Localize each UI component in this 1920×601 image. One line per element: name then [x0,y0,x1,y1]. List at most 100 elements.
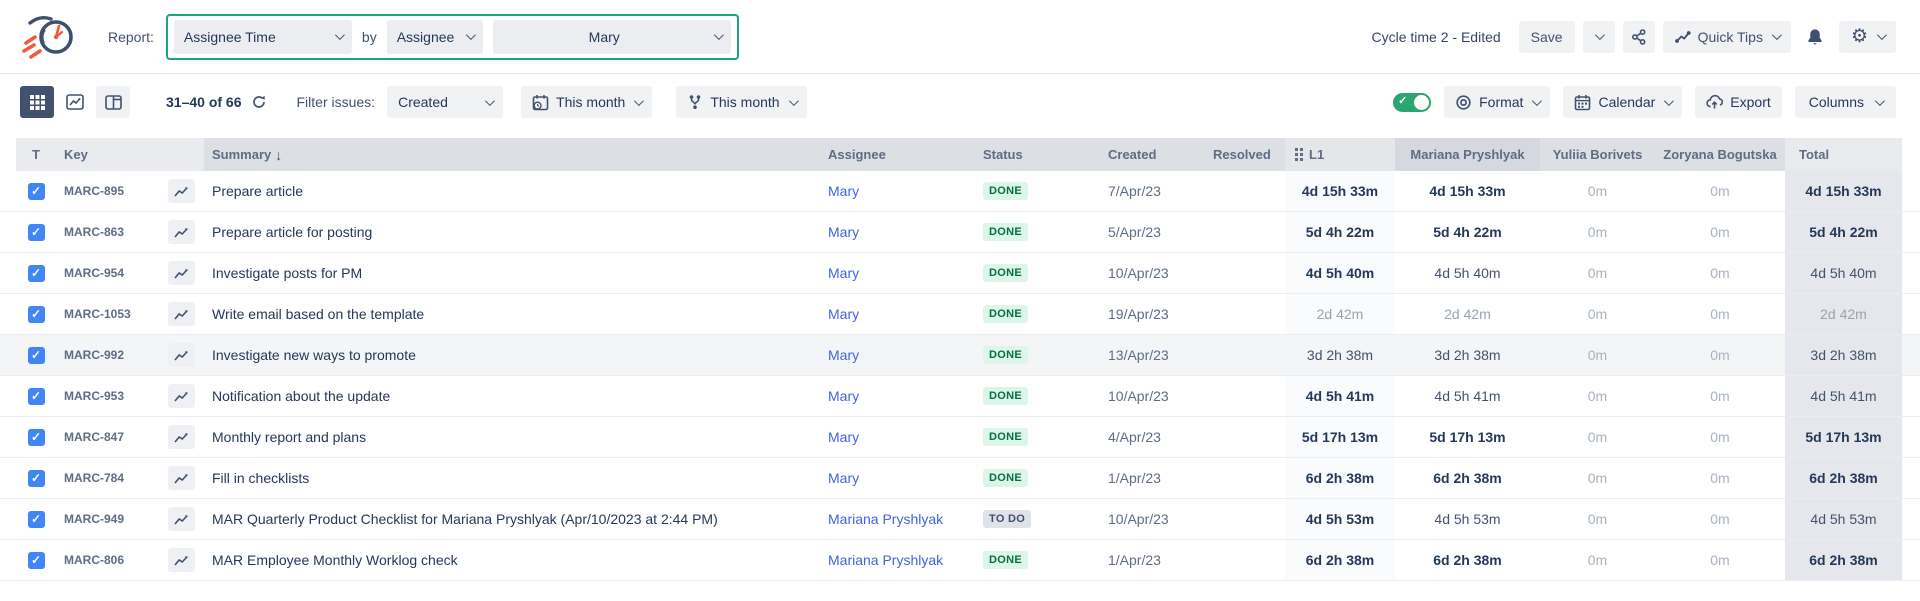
time-value: 0m [1540,376,1655,416]
columns-button[interactable]: Columns [1795,86,1896,118]
time-value: 0m [1655,171,1785,211]
column-header-type[interactable]: T [16,138,56,171]
table-row: ✓MARC-784Fill in checklistsMaryDONE1/Apr… [0,458,1920,499]
quick-tips-button[interactable]: Quick Tips [1663,21,1791,53]
report-label: Report: [108,29,154,45]
report-name: Cycle time 2 - Edited [1372,29,1501,45]
time-value: 0m [1540,499,1655,539]
issue-chart-button[interactable] [168,261,195,285]
table-row: ✓MARC-863Prepare article for postingMary… [0,212,1920,253]
issue-chart-button[interactable] [168,384,195,408]
board-view-button[interactable] [96,86,130,118]
time-value: 4d 5h 40m [1395,253,1540,293]
save-button[interactable]: Save [1519,21,1575,53]
row-checkbox[interactable]: ✓ [28,511,45,528]
filter-issues-label: Filter issues: [297,94,376,110]
time-value: 0m [1655,294,1785,334]
created-date: 1/Apr/23 [1100,540,1205,580]
assignee-link[interactable]: Mariana Pryshlyak [828,552,943,568]
table-header: T Key Summary ↓ Assignee Status Created … [0,138,1920,171]
table-body: ✓MARC-895Prepare articleMaryDONE7/Apr/23… [0,171,1920,581]
column-header-assignee[interactable]: Assignee [820,138,975,171]
column-header-yuliia[interactable]: Yuliia Borivets [1540,138,1655,171]
row-checkbox[interactable]: ✓ [28,429,45,446]
row-checkbox[interactable]: ✓ [28,306,45,323]
app-window: Report: Assignee Time by Assignee Mary C… [0,0,1920,601]
issue-chart-button[interactable] [168,548,195,572]
worklog-range-select[interactable]: This month [676,86,806,118]
column-header-status[interactable]: Status [975,138,1100,171]
row-checkbox[interactable]: ✓ [28,470,45,487]
assignee-link[interactable]: Mary [828,183,859,199]
row-checkbox[interactable]: ✓ [28,552,45,569]
assignee-link[interactable]: Mary [828,224,859,240]
issue-summary: Investigate new ways to promote [204,335,820,375]
issue-chart-icon [174,554,190,567]
row-checkbox[interactable]: ✓ [28,183,45,200]
row-checkbox[interactable]: ✓ [28,388,45,405]
share-button[interactable] [1623,21,1655,53]
created-range-select[interactable]: This month [521,86,652,118]
assignee-link[interactable]: Mariana Pryshlyak [828,511,943,527]
issue-key: MARC-1053 [56,294,160,334]
column-header-l1[interactable]: L1 [1285,138,1395,171]
issue-chart-button[interactable] [168,179,195,203]
issue-key: MARC-847 [56,417,160,457]
time-value: 5d 17h 13m [1785,417,1902,457]
assignee-link[interactable]: Mary [828,429,859,445]
issue-summary: Monthly report and plans [204,417,820,457]
row-checkbox[interactable]: ✓ [28,265,45,282]
issue-chart-icon [174,349,190,362]
table-row: ✓MARC-949MAR Quarterly Product Checklist… [0,499,1920,540]
target-ring-icon [1455,94,1472,111]
time-value: 4d 5h 53m [1785,499,1902,539]
gear-icon: ⚙ [1851,27,1868,46]
column-header-resolved[interactable]: Resolved [1205,138,1285,171]
assignee-filter-select[interactable]: Mary [493,20,731,54]
assignee-link[interactable]: Mary [828,265,859,281]
issue-chart-button[interactable] [168,302,195,326]
column-header-mariana[interactable]: Mariana Pryshlyak [1395,138,1540,171]
grid-view-button[interactable] [20,86,54,118]
issue-chart-button[interactable] [168,466,195,490]
time-value: 4d 15h 33m [1785,171,1902,211]
issue-chart-button[interactable] [168,425,195,449]
pagination-text: 31–40 of 66 [166,94,242,110]
row-checkbox[interactable]: ✓ [28,224,45,241]
column-header-created[interactable]: Created [1100,138,1205,171]
time-value: 3d 2h 38m [1285,335,1395,375]
column-header-key[interactable]: Key [56,138,204,171]
issues-filter-select[interactable]: Created [387,86,503,118]
created-date: 7/Apr/23 [1100,171,1205,211]
calendar-button[interactable]: Calendar [1563,86,1682,118]
report-type-select[interactable]: Assignee Time [174,20,352,54]
save-options-button[interactable] [1583,21,1615,53]
group-by-select[interactable]: Assignee [387,20,483,54]
time-value: 2d 42m [1285,294,1395,334]
issue-chart-button[interactable] [168,220,195,244]
live-preview-toggle[interactable]: ✓ [1393,93,1431,112]
assignee-link[interactable]: Mary [828,347,859,363]
topbar-actions: Cycle time 2 - Edited Save [1372,21,1897,53]
time-value: 0m [1540,458,1655,498]
assignee-link[interactable]: Mary [828,388,859,404]
assignee-link[interactable]: Mary [828,470,859,486]
status-badge: DONE [983,469,1028,487]
chart-view-button[interactable] [58,86,92,118]
export-button[interactable]: Export [1695,86,1781,118]
settings-button[interactable]: ⚙ [1839,21,1896,53]
format-button[interactable]: Format [1444,86,1550,118]
time-value: 0m [1655,376,1785,416]
issue-chart-button[interactable] [168,343,195,367]
assignee-link[interactable]: Mary [828,306,859,322]
notifications-button[interactable] [1799,21,1831,53]
issue-key: MARC-895 [56,171,160,211]
column-header-total[interactable]: Total [1785,138,1902,171]
column-header-summary[interactable]: Summary ↓ [204,138,820,171]
refresh-icon[interactable] [251,94,267,110]
issue-chart-button[interactable] [168,507,195,531]
time-value: 5d 4h 22m [1395,212,1540,252]
column-header-zoryana[interactable]: Zoryana Bogutska [1655,138,1785,171]
status-badge: DONE [983,305,1028,323]
row-checkbox[interactable]: ✓ [28,347,45,364]
